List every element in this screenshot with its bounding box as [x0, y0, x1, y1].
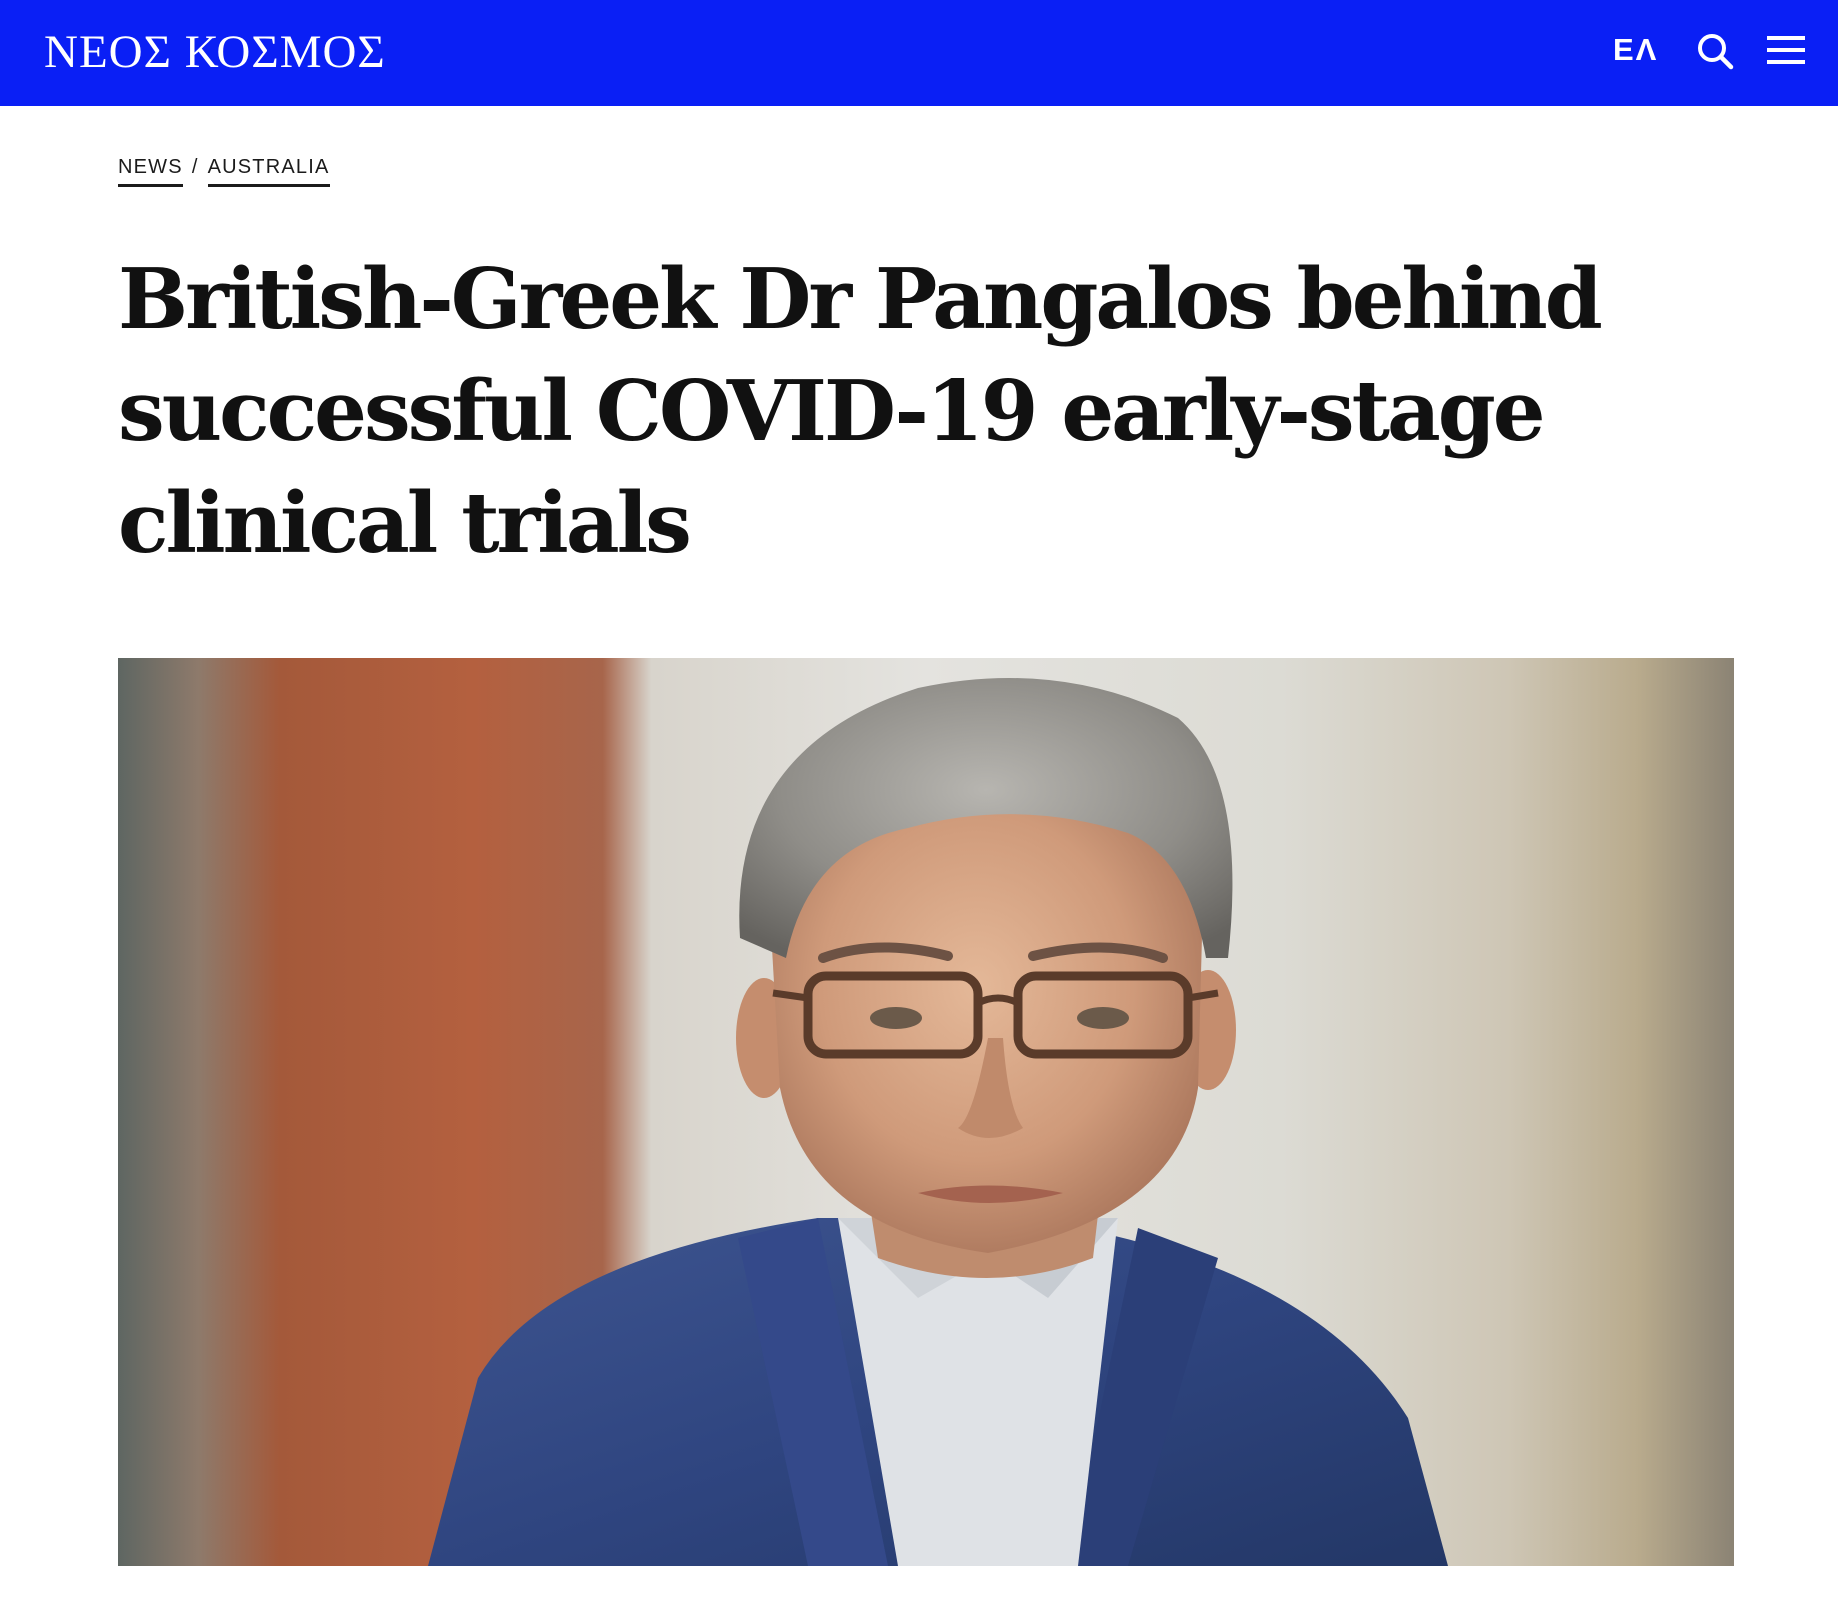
language-switch-button[interactable]: ΕΛ: [1613, 30, 1658, 70]
breadcrumb: NEWS / AUSTRALIA: [118, 155, 330, 189]
search-icon: [1698, 34, 1734, 70]
menu-button[interactable]: [1765, 33, 1807, 69]
search-button[interactable]: [1695, 31, 1735, 71]
site-header: ΝΕΟΣ ΚΟΣΜΟΣ ΕΛ: [0, 0, 1838, 106]
article-hero-image: [118, 658, 1734, 1566]
breadcrumb-separator: /: [191, 156, 199, 178]
breadcrumb-australia-link[interactable]: AUSTRALIA: [207, 155, 330, 187]
article-headline: British-Greek Dr Pangalos behind success…: [118, 250, 1603, 572]
breadcrumb-news-link[interactable]: NEWS: [118, 155, 183, 187]
hamburger-menu-icon: [1767, 36, 1805, 64]
site-logo[interactable]: ΝΕΟΣ ΚΟΣΜΟΣ: [44, 22, 386, 82]
portrait-photo: [118, 658, 1734, 1566]
